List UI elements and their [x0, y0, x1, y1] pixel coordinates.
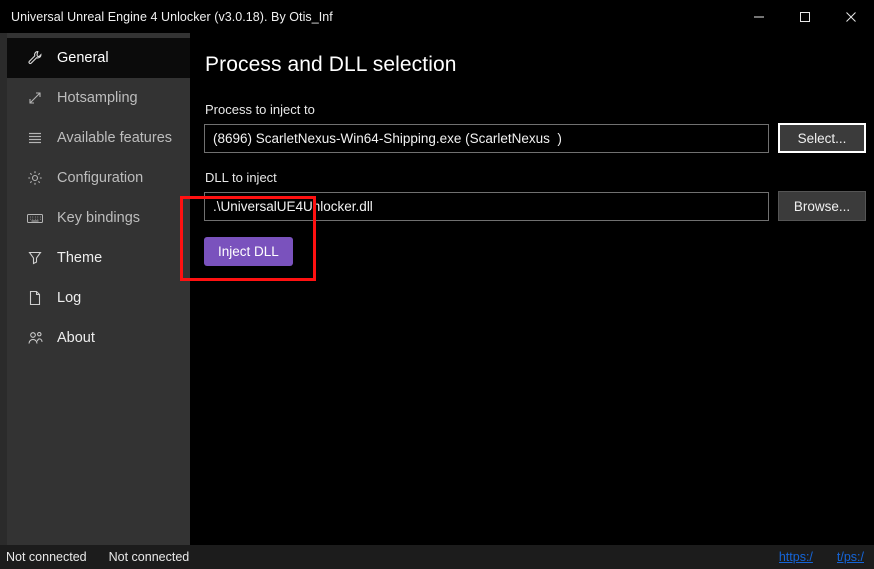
sidebar-item-label: About: [57, 329, 95, 346]
keyboard-icon: [24, 208, 46, 228]
sidebar-item-theme[interactable]: Theme: [7, 238, 190, 278]
sidebar-item-label: Available features: [57, 129, 173, 146]
status-links: https:/ t/ps:/: [779, 545, 864, 569]
status-link-secondary[interactable]: t/ps:/: [837, 550, 864, 564]
sidebar-scroll-gutter[interactable]: [0, 33, 7, 545]
browse-dll-button[interactable]: Browse...: [778, 191, 866, 221]
close-icon[interactable]: [828, 0, 874, 33]
process-field-label: Process to inject to: [205, 102, 315, 117]
sidebar-item-about[interactable]: About: [7, 318, 190, 358]
sidebar-item-key-bindings[interactable]: Key bindings: [7, 198, 190, 238]
sidebar: General Hotsampling Available features C…: [7, 33, 190, 545]
application-window: Universal Unreal Engine 4 Unlocker (v3.0…: [0, 0, 874, 569]
sidebar-item-label: Log: [57, 289, 82, 306]
sidebar-item-log[interactable]: Log: [7, 278, 190, 318]
maximize-icon[interactable]: [782, 0, 828, 33]
sidebar-item-hotsampling[interactable]: Hotsampling: [7, 78, 190, 118]
sidebar-item-available-features[interactable]: Available features: [7, 118, 190, 158]
status-connection-right: Not connected: [108, 550, 190, 564]
sidebar-item-label: Theme: [57, 249, 103, 266]
people-icon: [24, 328, 46, 348]
dll-field-row: Browse...: [204, 191, 874, 221]
dll-path-input[interactable]: [204, 191, 769, 221]
minimize-icon[interactable]: [736, 0, 782, 33]
gear-icon: [24, 168, 46, 188]
sidebar-item-general[interactable]: General: [7, 38, 190, 78]
dll-field-label: DLL to inject: [205, 170, 277, 185]
list-icon: [24, 128, 46, 148]
process-field-row: Select...: [204, 123, 874, 153]
window-controls: [736, 0, 874, 33]
paint-icon: [24, 248, 46, 268]
process-input[interactable]: [204, 123, 769, 153]
title-bar: Universal Unreal Engine 4 Unlocker (v3.0…: [0, 0, 874, 33]
select-process-button[interactable]: Select...: [778, 123, 866, 153]
sidebar-item-label: Hotsampling: [57, 89, 138, 106]
resize-icon: [24, 88, 46, 108]
sidebar-item-label: General: [57, 49, 109, 66]
inject-button-row: Inject DLL: [204, 237, 874, 266]
wrench-icon: [24, 48, 46, 68]
page-title: Process and DLL selection: [205, 53, 457, 76]
status-bar: Not connected Not connected https:/ t/ps…: [0, 545, 874, 569]
window-title: Universal Unreal Engine 4 Unlocker (v3.0…: [11, 9, 333, 24]
status-link-primary[interactable]: https:/: [779, 550, 813, 564]
inject-dll-button[interactable]: Inject DLL: [204, 237, 293, 266]
sidebar-item-configuration[interactable]: Configuration: [7, 158, 190, 198]
sidebar-item-label: Key bindings: [57, 209, 141, 226]
main-panel: Process and DLL selection Process to inj…: [190, 33, 874, 545]
status-connection-left: Not connected: [6, 550, 87, 564]
document-icon: [24, 288, 46, 308]
sidebar-item-label: Configuration: [57, 169, 144, 186]
